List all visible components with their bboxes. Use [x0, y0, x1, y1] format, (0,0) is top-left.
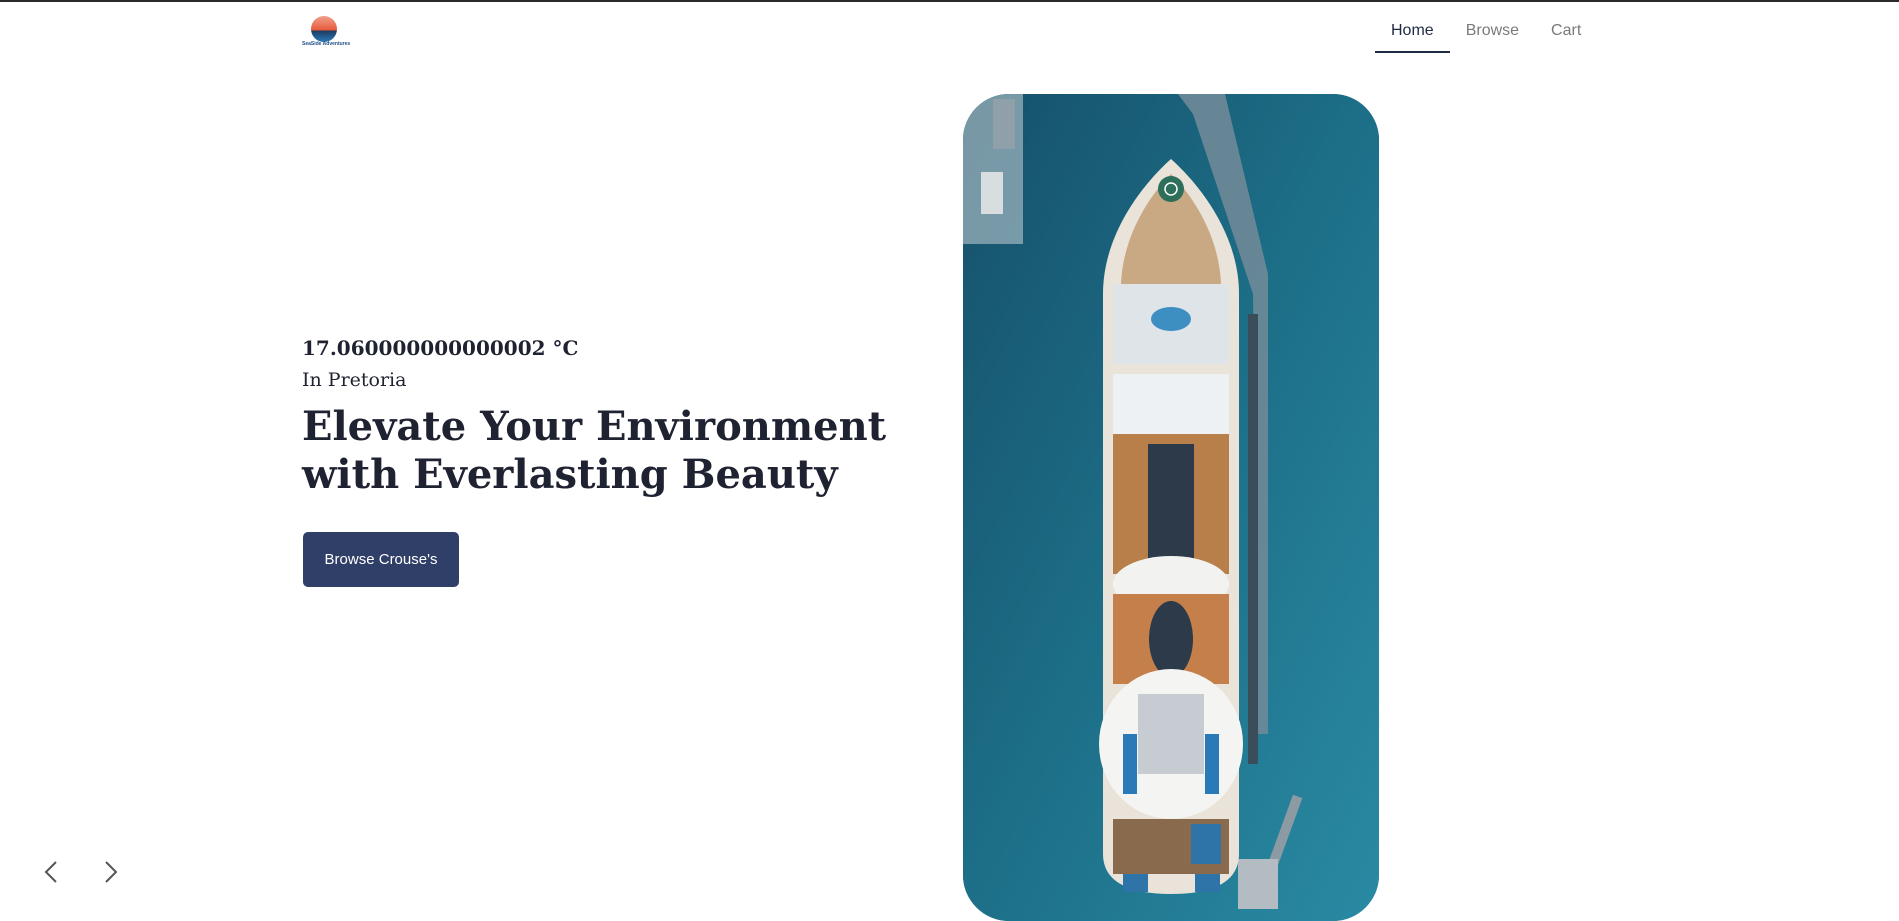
page: SeaSide Adventures Home Browse Cart 17.0… [0, 0, 1899, 921]
nav-home[interactable]: Home [1375, 18, 1450, 53]
nav-browse[interactable]: Browse [1450, 18, 1535, 49]
browse-cruises-button[interactable]: Browse Crouse's [303, 532, 459, 587]
location-label: In Pretoria [302, 369, 407, 391]
logo-text: SeaSide Adventures [302, 41, 351, 47]
cruise-ship-illustration [963, 94, 1379, 921]
hero-headline: Elevate Your Environment with Everlastin… [302, 403, 887, 498]
temperature-readout: 17.060000000000002 °C [302, 336, 579, 360]
chevron-left-icon [44, 861, 57, 883]
logo-icon [311, 16, 337, 42]
top-border [0, 0, 1899, 2]
chevron-right-icon [105, 861, 118, 883]
hero-cruise-ship-image [963, 94, 1379, 921]
main-nav: Home Browse Cart [1375, 18, 1597, 54]
brand-logo[interactable]: SeaSide Adventures [302, 14, 350, 50]
carousel-prev-button[interactable] [38, 858, 66, 886]
nav-cart[interactable]: Cart [1535, 18, 1597, 49]
carousel-next-button[interactable] [96, 858, 124, 886]
